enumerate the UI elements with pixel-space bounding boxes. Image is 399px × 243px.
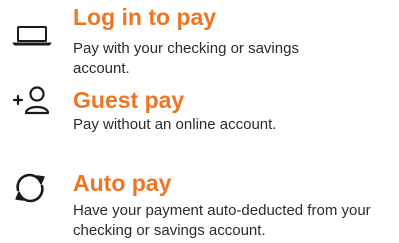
add-person-icon <box>11 85 55 115</box>
login-to-pay-option[interactable]: Log in to pay Pay with your checking or … <box>0 0 399 84</box>
guest-pay-description: Pay without an online account. <box>73 116 277 133</box>
auto-pay-title: Auto pay <box>73 170 172 196</box>
guest-pay-option[interactable]: Guest pay Pay without an online account. <box>0 84 399 150</box>
login-to-pay-title: Log in to pay <box>73 4 217 30</box>
auto-pay-option[interactable]: Auto pay Have your payment auto-deducted… <box>0 164 399 243</box>
laptop-icon <box>12 26 52 46</box>
sync-icon <box>12 171 48 205</box>
payment-options: Log in to pay Pay with your checking or … <box>0 0 399 243</box>
login-to-pay-description: Pay with your checking or savings accoun… <box>73 40 299 77</box>
auto-pay-description: Have your payment auto-deducted from you… <box>73 202 371 239</box>
guest-pay-title: Guest pay <box>73 87 185 113</box>
